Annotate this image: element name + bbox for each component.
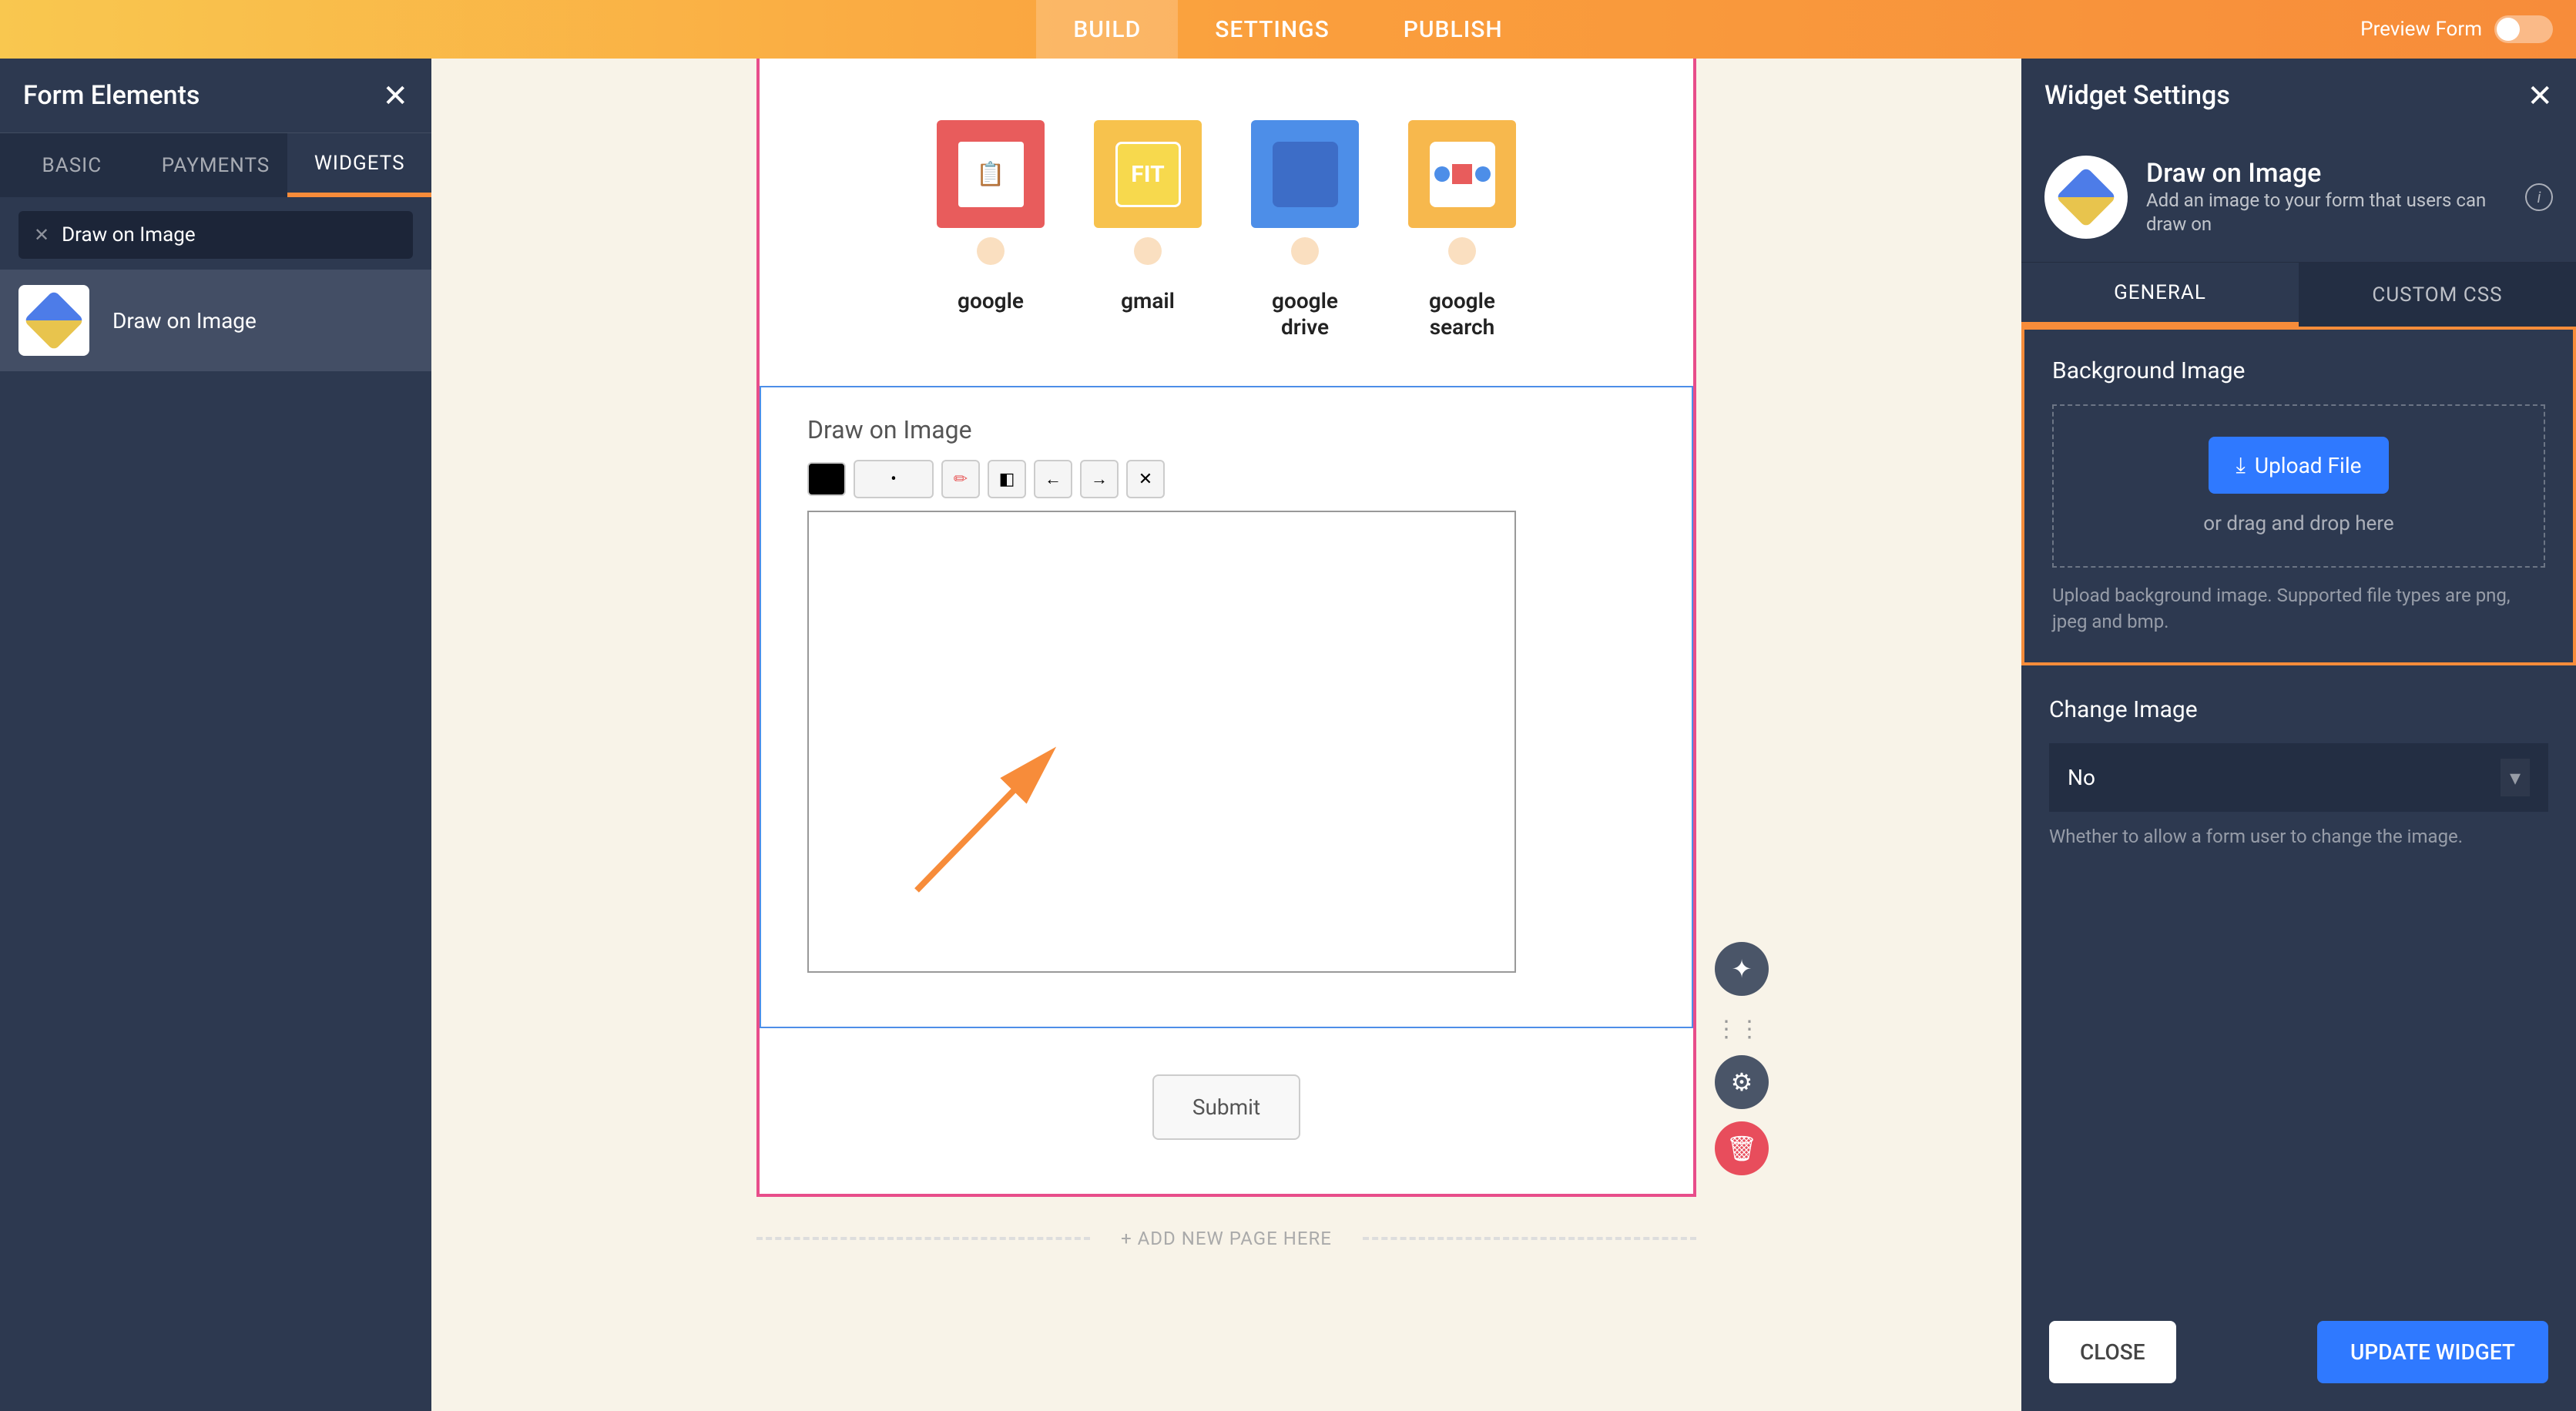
widget-description: Add an image to your form that users can… bbox=[2146, 189, 2507, 236]
preview-form-label: Preview Form bbox=[2360, 18, 2482, 41]
update-widget-button[interactable]: UPDATE WIDGET bbox=[2317, 1321, 2548, 1383]
radio-icon bbox=[977, 237, 1005, 265]
widget-settings-header: Widget Settings ✕ bbox=[2021, 59, 2576, 132]
draw-widget-title: Draw on Image bbox=[807, 415, 1645, 444]
tab-custom-css[interactable]: CUSTOM CSS bbox=[2299, 263, 2576, 327]
element-type-tabs: BASIC PAYMENTS WIDGETS bbox=[0, 132, 431, 197]
info-icon[interactable]: i bbox=[2525, 183, 2553, 211]
change-image-setting: Change Image No ▾ Whether to allow a for… bbox=[2049, 696, 2548, 850]
upload-file-button[interactable]: ⤓ Upload File bbox=[2209, 437, 2390, 494]
clear-icon[interactable]: ✕ bbox=[34, 224, 49, 246]
pencil-tool-icon[interactable]: ✏ bbox=[941, 460, 980, 498]
clipboard-icon: 📋 bbox=[937, 120, 1045, 228]
widget-name: Draw on Image bbox=[2146, 158, 2507, 189]
pencil-icon bbox=[2044, 156, 2128, 239]
tab-build[interactable]: BUILD bbox=[1036, 0, 1178, 59]
search-value: Draw on Image bbox=[62, 223, 196, 246]
brush-size[interactable]: • bbox=[854, 460, 934, 498]
close-button[interactable]: CLOSE bbox=[2049, 1321, 2176, 1383]
preview-toggle[interactable] bbox=[2494, 15, 2553, 43]
preview-form-toggle: Preview Form bbox=[2360, 15, 2553, 43]
upload-dropzone[interactable]: ⤓ Upload File or drag and drop here bbox=[2052, 404, 2545, 568]
widget-result-label: Draw on Image bbox=[112, 308, 257, 333]
close-icon[interactable]: ✕ bbox=[2527, 78, 2553, 114]
icon-label: gmail bbox=[1121, 288, 1175, 314]
pencil-icon bbox=[18, 285, 89, 356]
icon-label: google search bbox=[1408, 288, 1516, 340]
icon-picker-row: 📋 google FIT gmail google drive bbox=[760, 59, 1693, 386]
clear-icon[interactable]: ✕ bbox=[1126, 460, 1165, 498]
tab-general[interactable]: GENERAL bbox=[2021, 263, 2299, 327]
arrow-annotation bbox=[909, 744, 1063, 898]
fit-icon: FIT bbox=[1094, 120, 1202, 228]
drag-drop-text: or drag and drop here bbox=[2085, 512, 2513, 535]
color-swatch[interactable] bbox=[807, 462, 846, 496]
carousel-icon bbox=[1408, 120, 1516, 228]
icon-option-google[interactable]: 📋 google bbox=[937, 120, 1045, 340]
submit-button[interactable]: Submit bbox=[1152, 1074, 1300, 1140]
wand-icon[interactable]: ✦ bbox=[1715, 942, 1769, 996]
download-icon: ⤓ bbox=[2236, 452, 2246, 478]
chevron-down-icon: ▾ bbox=[2501, 759, 2530, 796]
change-image-hint: Whether to allow a form user to change t… bbox=[2049, 824, 2548, 850]
draw-on-image-widget[interactable]: Draw on Image • ✏ ◧ ← → ✕ ✦ ⋮⋮ ⚙ bbox=[760, 386, 1693, 1028]
icon-option-gmail[interactable]: FIT gmail bbox=[1094, 120, 1202, 340]
tab-settings[interactable]: SETTINGS bbox=[1178, 0, 1367, 59]
form-elements-panel: Form Elements ✕ BASIC PAYMENTS WIDGETS ✕… bbox=[0, 59, 431, 1411]
tab-payments[interactable]: PAYMENTS bbox=[144, 133, 288, 197]
drag-handle-icon[interactable]: ⋮⋮ bbox=[1715, 1016, 1769, 1043]
icon-option-google-search[interactable]: google search bbox=[1408, 120, 1516, 340]
tab-publish[interactable]: PUBLISH bbox=[1367, 0, 1540, 59]
change-image-select[interactable]: No ▾ bbox=[2049, 743, 2548, 812]
bg-image-hint: Upload background image. Supported file … bbox=[2052, 583, 2545, 635]
add-page-button[interactable]: + ADD NEW PAGE HERE bbox=[756, 1228, 1696, 1249]
select-value: No bbox=[2068, 765, 2095, 790]
settings-footer: CLOSE UPDATE WIDGET bbox=[2021, 1293, 2576, 1411]
form-elements-header: Form Elements ✕ bbox=[0, 59, 431, 132]
settings-body: Background Image ⤓ Upload File or drag a… bbox=[2021, 327, 2576, 1293]
form-card: 📋 google FIT gmail google drive bbox=[756, 59, 1696, 1197]
icon-label: google bbox=[958, 288, 1024, 314]
tab-basic[interactable]: BASIC bbox=[0, 133, 144, 197]
draw-toolbar: • ✏ ◧ ← → ✕ bbox=[807, 460, 1645, 498]
widget-actions: ✦ ⋮⋮ ⚙ 🗑 bbox=[1715, 942, 1769, 1175]
radio-icon bbox=[1291, 237, 1319, 265]
close-icon[interactable]: ✕ bbox=[382, 78, 408, 114]
icon-option-google-drive[interactable]: google drive bbox=[1251, 120, 1359, 340]
widget-settings-panel: Widget Settings ✕ Draw on Image Add an i… bbox=[2021, 59, 2576, 1411]
radio-icon bbox=[1134, 237, 1162, 265]
settings-tabs: GENERAL CUSTOM CSS bbox=[2021, 262, 2576, 327]
top-header: BUILD SETTINGS PUBLISH Preview Form bbox=[0, 0, 2576, 59]
tab-widgets[interactable]: WIDGETS bbox=[287, 133, 431, 197]
draw-canvas[interactable] bbox=[807, 511, 1516, 973]
upload-label: Upload File bbox=[2255, 453, 2362, 478]
calculator-icon bbox=[1251, 120, 1359, 228]
icon-label: google drive bbox=[1251, 288, 1359, 340]
bg-image-label: Background Image bbox=[2052, 357, 2545, 384]
change-image-label: Change Image bbox=[2049, 696, 2548, 723]
background-image-setting: Background Image ⤓ Upload File or drag a… bbox=[2021, 327, 2576, 665]
gear-icon[interactable]: ⚙ bbox=[1715, 1055, 1769, 1109]
radio-icon bbox=[1448, 237, 1476, 265]
eraser-tool-icon[interactable]: ◧ bbox=[988, 460, 1026, 498]
add-page-label: + ADD NEW PAGE HERE bbox=[1090, 1228, 1363, 1249]
undo-icon[interactable]: ← bbox=[1034, 460, 1072, 498]
top-tabs: BUILD SETTINGS PUBLISH bbox=[1036, 0, 1539, 59]
redo-icon[interactable]: → bbox=[1080, 460, 1119, 498]
form-canvas: 📋 google FIT gmail google drive bbox=[431, 59, 2021, 1411]
trash-icon[interactable]: 🗑 bbox=[1715, 1121, 1769, 1175]
search-input[interactable]: ✕ Draw on Image bbox=[18, 211, 413, 259]
widget-result-item[interactable]: Draw on Image bbox=[0, 270, 431, 371]
form-elements-title: Form Elements bbox=[23, 80, 200, 111]
widget-settings-title: Widget Settings bbox=[2044, 80, 2230, 111]
widget-info: Draw on Image Add an image to your form … bbox=[2021, 132, 2576, 262]
